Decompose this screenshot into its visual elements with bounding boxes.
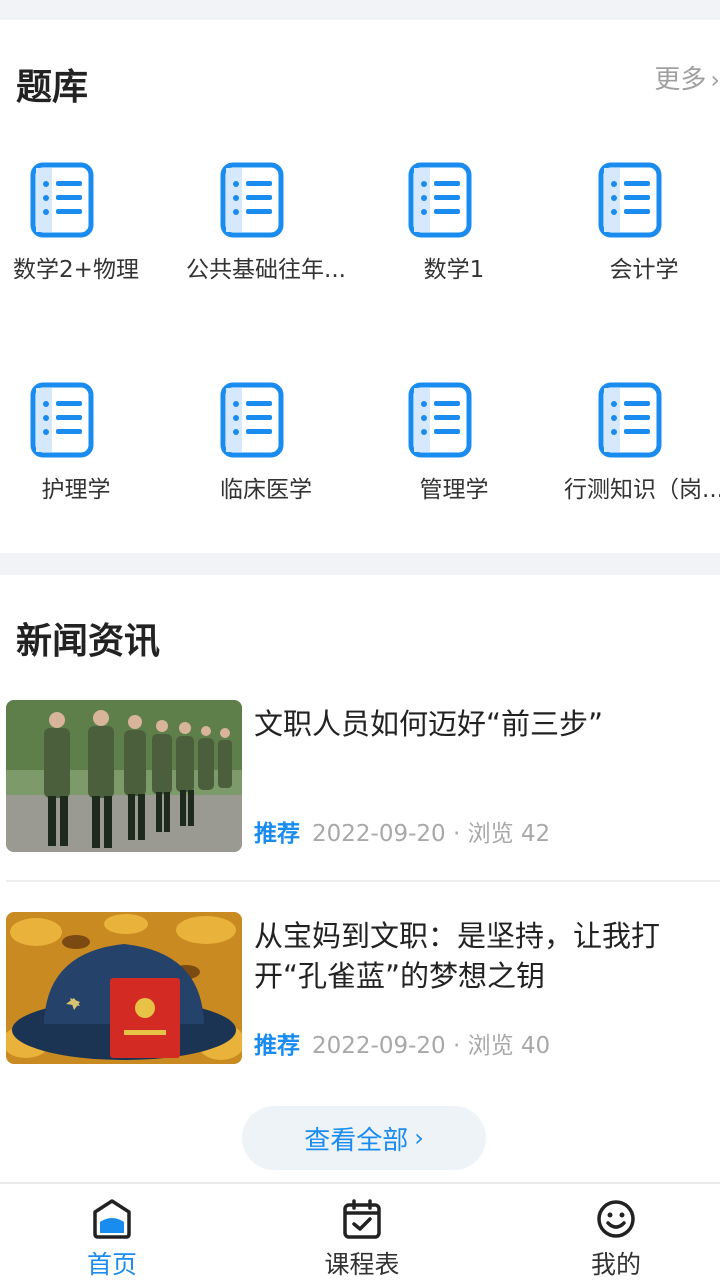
list-book-icon (220, 162, 284, 238)
recommend-tag: 推荐 (254, 821, 300, 847)
bank-item-label: 公共基础往年... (186, 257, 346, 283)
chevron-right-icon: › (710, 66, 720, 94)
news-section-title: 新闻资讯 (16, 621, 161, 662)
bank-item-label: 数学2+物理 (13, 257, 139, 283)
bank-item-label: 临床医学 (220, 477, 312, 503)
tab-mine[interactable]: 我的 (496, 1184, 720, 1280)
news-thumbnail-cap (6, 912, 242, 1064)
bank-item-4[interactable]: 护理学 (0, 382, 166, 542)
list-book-icon (220, 382, 284, 458)
news-thumbnail-marching (6, 700, 242, 852)
news-title: 文职人员如何迈好“前三步” (254, 707, 604, 741)
bank-item-3[interactable]: 会计学 (554, 162, 720, 322)
bank-item-label: 管理学 (419, 477, 489, 503)
tab-label: 首页 (86, 1250, 137, 1279)
question-bank-title: 题库 (16, 67, 89, 108)
bottom-tab-bar: 首页 课程表 我的 (0, 1182, 720, 1280)
list-book-icon (598, 382, 662, 458)
list-book-icon (408, 382, 472, 458)
view-all-label: 查看全部 (304, 1125, 409, 1156)
top-section-gap (0, 0, 720, 20)
bank-item-label: 护理学 (41, 477, 111, 503)
bank-item-label: 数学1 (423, 257, 485, 283)
tab-home[interactable]: 首页 (0, 1184, 232, 1280)
home-page: 题库 更多 › 数学2+物理 公共基础往年... 数学1 会计学 护理学 临床医… (0, 0, 720, 1280)
bank-item-0[interactable]: 数学2+物理 (0, 162, 166, 322)
news-meta: 推荐 2022-09-20 · 浏览 42 (254, 818, 550, 850)
more-link[interactable]: 更多 › (654, 62, 720, 98)
news-item-1[interactable]: 从宝妈到文职：是坚持，让我打开“孔雀蓝”的梦想之钥 推荐 2022-09-20 ·… (0, 912, 720, 1072)
news-date-views: 2022-09-20 · 浏览 42 (312, 821, 551, 847)
recommend-tag: 推荐 (254, 1033, 300, 1059)
news-date-views: 2022-09-20 · 浏览 40 (312, 1033, 551, 1059)
tab-label: 我的 (590, 1250, 641, 1279)
calendar-check-icon (343, 1199, 381, 1239)
news-title: 从宝妈到文职：是坚持，让我打开“孔雀蓝”的梦想之钥 (254, 919, 661, 993)
smiley-icon (597, 1200, 635, 1238)
tab-label: 课程表 (324, 1250, 400, 1279)
list-book-icon (30, 162, 94, 238)
news-item-0[interactable]: 文职人员如何迈好“前三步” 推荐 2022-09-20 · 浏览 42 (0, 700, 720, 860)
bank-item-6[interactable]: 管理学 (364, 382, 544, 542)
bank-item-5[interactable]: 临床医学 (176, 382, 356, 542)
section-separator (0, 553, 720, 575)
more-label: 更多 (654, 65, 707, 95)
bank-item-label: 会计学 (609, 257, 679, 283)
list-book-icon (30, 382, 94, 458)
bank-item-7[interactable]: 行测知识（岗... (554, 382, 720, 542)
list-book-icon (598, 162, 662, 238)
news-divider (6, 880, 720, 882)
tab-schedule[interactable]: 课程表 (242, 1184, 482, 1280)
bank-item-2[interactable]: 数学1 (364, 162, 544, 322)
chevron-right-icon: › (414, 1124, 424, 1152)
bank-item-1[interactable]: 公共基础往年... (176, 162, 356, 322)
list-book-icon (408, 162, 472, 238)
news-meta: 推荐 2022-09-20 · 浏览 40 (254, 1030, 550, 1062)
bank-item-label: 行测知识（岗... (564, 477, 720, 503)
view-all-button[interactable]: 查看全部 › (242, 1106, 486, 1170)
home-icon (93, 1199, 131, 1239)
